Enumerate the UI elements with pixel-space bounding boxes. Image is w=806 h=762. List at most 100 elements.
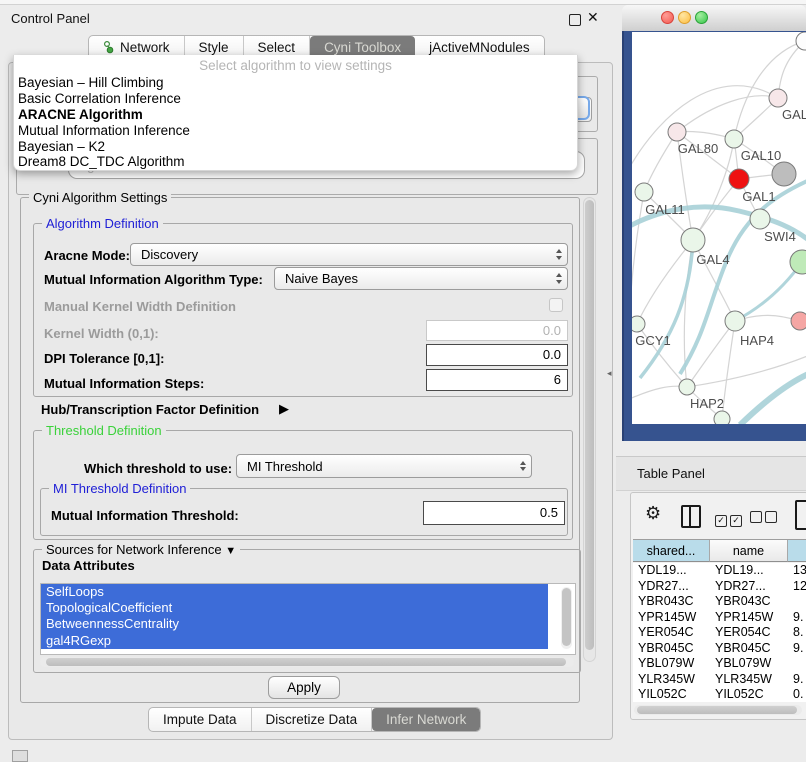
table-panel-titlebar: Table Panel bbox=[616, 456, 806, 491]
table-row[interactable]: YIL052CYIL052C0. bbox=[633, 687, 806, 702]
gear-icon[interactable]: ⚙ bbox=[645, 503, 661, 524]
network-node[interactable] bbox=[714, 411, 730, 424]
dock-corner-button[interactable] bbox=[12, 750, 28, 762]
network-edge bbox=[734, 41, 805, 139]
attribute-item-selfloops[interactable]: SelfLoops bbox=[41, 584, 548, 600]
close-window-icon[interactable] bbox=[661, 11, 674, 24]
node-label: SWI4 bbox=[764, 229, 796, 244]
network-node[interactable] bbox=[796, 32, 806, 50]
zoom-window-icon[interactable] bbox=[695, 11, 708, 24]
attribute-item-betweennesscentrality[interactable]: BetweennessCentrality bbox=[41, 616, 548, 632]
network-node-gal11[interactable] bbox=[635, 183, 653, 201]
network-edge-highlighted bbox=[735, 262, 802, 321]
table-row[interactable]: YBR045CYBR045C9. bbox=[633, 641, 806, 657]
network-canvas[interactable]: GALGAL80GAL10GAL1GAL11SWI4GAL4GCY1HAP4YH… bbox=[632, 32, 806, 424]
stepper-arrows-icon[interactable] bbox=[515, 461, 531, 472]
table-row[interactable]: YBL079WYBL079W bbox=[633, 656, 806, 672]
table-cell: 8. bbox=[788, 625, 806, 641]
hub-definition-label: Hub/Transcription Factor Definition bbox=[41, 402, 259, 417]
attribute-item-gal4rgexp[interactable]: gal4RGexp bbox=[41, 633, 548, 649]
table-cell: 0. bbox=[788, 687, 806, 702]
panel-splitter-arrow-icon[interactable]: ◂ bbox=[607, 368, 612, 379]
apply-button[interactable]: Apply bbox=[268, 676, 340, 699]
threshold-definition-group: Threshold Definition Which threshold to … bbox=[33, 430, 573, 540]
table-row[interactable]: YDR27...YDR27...12 bbox=[633, 579, 806, 595]
mi-algorithm-type-combobox[interactable]: Naive Bayes bbox=[274, 267, 568, 290]
tab-impute-data[interactable]: Impute Data bbox=[149, 708, 252, 731]
attributes-horizontal-scrollbar[interactable] bbox=[40, 657, 574, 667]
deselect-all-checkboxes-icon[interactable] bbox=[750, 511, 780, 526]
table-cell: YBL079W bbox=[633, 656, 710, 672]
network-node-y[interactable] bbox=[791, 312, 806, 330]
close-panel-icon[interactable]: ✕ bbox=[587, 9, 599, 26]
columns-icon[interactable] bbox=[681, 505, 701, 528]
network-node-swi4[interactable] bbox=[750, 209, 770, 229]
kernel-width-field[interactable]: 0.0 bbox=[426, 320, 568, 341]
network-node-gal1[interactable] bbox=[729, 169, 749, 189]
algorithm-option-bayesian-hill-climbing[interactable]: Bayesian – Hill Climbing bbox=[14, 75, 577, 91]
document-icon[interactable] bbox=[795, 500, 806, 530]
table-panel: ⚙ ✓✓ shared...nameYDL19...YDL19...13YDR2… bbox=[630, 492, 806, 720]
algorithm-option-mutual-information-inference[interactable]: Mutual Information Inference bbox=[14, 123, 577, 139]
node-label: HAP4 bbox=[740, 333, 774, 348]
mi-threshold-label: Mutual Information Threshold: bbox=[51, 508, 239, 523]
data-attributes-label: Data Attributes bbox=[42, 558, 135, 573]
stepper-arrows-icon[interactable] bbox=[551, 273, 567, 284]
tab-infer-network[interactable]: Infer Network bbox=[372, 708, 480, 731]
algorithm-definition-title: Algorithm Definition bbox=[42, 216, 163, 231]
attributes-vertical-scrollbar[interactable] bbox=[561, 587, 572, 649]
select-all-checkboxes-icon[interactable]: ✓✓ bbox=[715, 511, 745, 527]
column-header-shared[interactable]: shared... bbox=[633, 540, 710, 562]
network-node-gal4[interactable] bbox=[681, 228, 705, 252]
aracne-mode-combobox[interactable]: Discovery bbox=[130, 243, 568, 266]
algorithm-option-aracne-algorithm[interactable]: ARACNE Algorithm bbox=[14, 107, 577, 123]
network-window-titlebar[interactable] bbox=[622, 5, 806, 32]
network-node-hap2[interactable] bbox=[679, 379, 695, 395]
table-horizontal-scrollbar[interactable] bbox=[634, 705, 802, 715]
table-cell: YBR043C bbox=[633, 594, 710, 610]
attribute-item-topologicalcoefficient[interactable]: TopologicalCoefficient bbox=[41, 600, 548, 616]
mi-algorithm-type-label: Mutual Information Algorithm Type: bbox=[44, 272, 263, 287]
network-node-gal[interactable] bbox=[769, 89, 787, 107]
aracne-mode-value: Discovery bbox=[131, 247, 551, 262]
data-attributes-list[interactable]: SelfLoopsTopologicalCoefficientBetweenne… bbox=[40, 583, 576, 655]
which-threshold-label: Which threshold to use: bbox=[84, 461, 232, 476]
algorithm-option-bayesian-k2[interactable]: Bayesian – K2 bbox=[14, 139, 577, 155]
stepper-arrows-icon[interactable] bbox=[551, 249, 567, 260]
network-node-hap4[interactable] bbox=[725, 311, 745, 331]
node-label: GAL bbox=[782, 107, 806, 122]
float-panel-icon[interactable] bbox=[569, 14, 581, 26]
table-row[interactable]: YPR145WYPR145W9. bbox=[633, 610, 806, 626]
table-row[interactable]: YER054CYER054C8. bbox=[633, 625, 806, 641]
manual-kernel-width-checkbox[interactable] bbox=[549, 298, 563, 312]
expand-right-arrow-icon[interactable]: ▶ bbox=[279, 401, 289, 417]
collapse-down-arrow-icon[interactable]: ▼ bbox=[225, 545, 236, 557]
tab-label: jActiveMNodules bbox=[429, 40, 530, 55]
network-node-gal80[interactable] bbox=[668, 123, 686, 141]
table-cell: 9. bbox=[788, 672, 806, 688]
table-cell: YLR345W bbox=[710, 672, 788, 688]
table-row[interactable]: YLR345WYLR345W9. bbox=[633, 672, 806, 688]
mi-steps-field[interactable]: 6 bbox=[426, 369, 568, 391]
dpi-tolerance-field[interactable]: 0.0 bbox=[426, 344, 568, 366]
node-label: GAL10 bbox=[741, 148, 781, 163]
minimize-window-icon[interactable] bbox=[678, 11, 691, 24]
network-node[interactable] bbox=[790, 250, 806, 274]
tab-label: Network bbox=[120, 40, 170, 55]
settings-vertical-scrollbar[interactable] bbox=[583, 197, 596, 662]
mi-threshold-field[interactable]: 0.5 bbox=[423, 501, 565, 525]
node-attribute-table[interactable]: shared...nameYDL19...YDL19...13YDR27...Y… bbox=[633, 539, 806, 702]
network-node-gal10[interactable] bbox=[725, 130, 743, 148]
table-row[interactable]: YDL19...YDL19...13 bbox=[633, 563, 806, 579]
table-row[interactable]: YBR043CYBR043C bbox=[633, 594, 806, 610]
algorithm-option-dream8-dc-tdc-algorithm[interactable]: Dream8 DC_TDC Algorithm bbox=[14, 154, 577, 170]
which-threshold-combobox[interactable]: MI Threshold bbox=[236, 454, 532, 478]
column-header-col2[interactable] bbox=[788, 540, 806, 562]
settings-group-title: Cyni Algorithm Settings bbox=[29, 190, 171, 205]
network-node-gcy1[interactable] bbox=[632, 316, 645, 332]
network-view-window: GALGAL80GAL10GAL1GAL11SWI4GAL4GCY1HAP4YH… bbox=[622, 5, 806, 441]
network-node[interactable] bbox=[772, 162, 796, 186]
column-header-name[interactable]: name bbox=[710, 540, 788, 562]
algorithm-option-basic-correlation-inference[interactable]: Basic Correlation Inference bbox=[14, 91, 577, 107]
tab-discretize-data[interactable]: Discretize Data bbox=[252, 708, 373, 731]
